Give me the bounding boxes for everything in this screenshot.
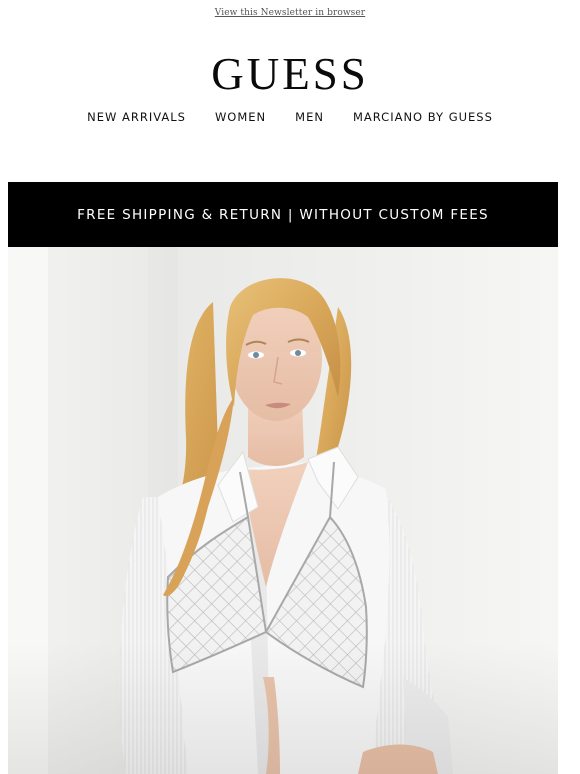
shipping-banner-text: FREE SHIPPING & RETURN | WITHOUT CUSTOM … (77, 206, 489, 223)
hero-image[interactable] (8, 247, 558, 774)
nav-item-new-arrivals[interactable]: NEW ARRIVALS (87, 110, 186, 128)
nav-item-men[interactable]: MEN (295, 110, 324, 128)
shipping-banner[interactable]: FREE SHIPPING & RETURN | WITHOUT CUSTOM … (8, 182, 558, 247)
nav-item-women[interactable]: WOMEN (215, 110, 266, 128)
main-nav: NEW ARRIVALS WOMEN MEN MARCIANO BY GUESS (0, 110, 580, 128)
view-in-browser-link[interactable]: View this Newsletter in browser (215, 8, 365, 18)
view-in-browser-bar: View this Newsletter in browser (0, 0, 580, 26)
hero-photo (8, 247, 558, 774)
guess-logo[interactable]: GUESS (0, 50, 580, 98)
nav-item-marciano[interactable]: MARCIANO BY GUESS (353, 110, 493, 128)
